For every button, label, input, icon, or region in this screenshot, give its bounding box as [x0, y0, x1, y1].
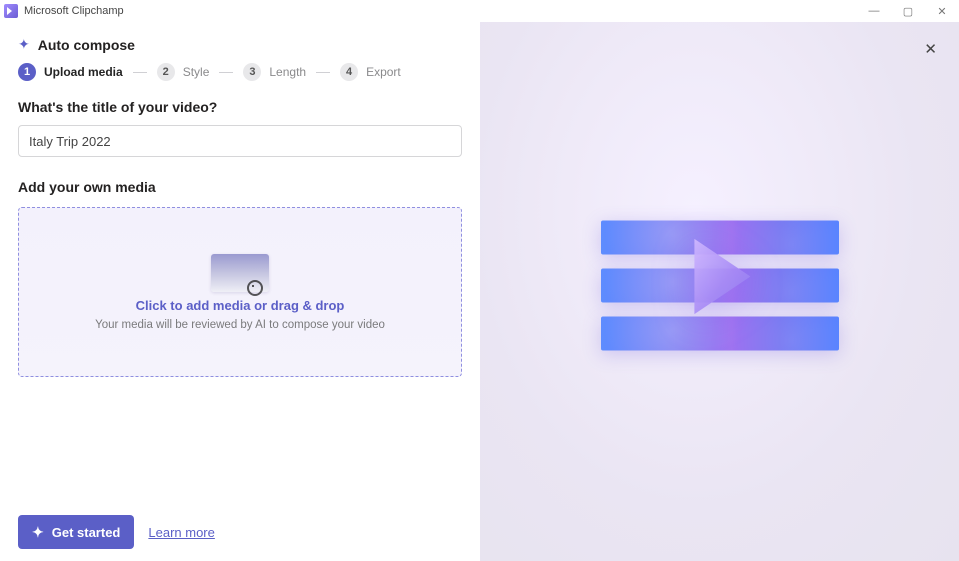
- dropzone-main-text: Click to add media or drag & drop: [136, 298, 345, 313]
- step-number: 2: [157, 63, 175, 81]
- maximize-button[interactable]: ▢: [891, 0, 925, 22]
- sparkle-icon: ✦: [32, 524, 44, 541]
- step-label: Length: [269, 65, 306, 79]
- step-style[interactable]: 2 Style: [157, 63, 210, 81]
- close-button[interactable]: ✕: [925, 0, 959, 22]
- media-section-label: Add your own media: [18, 179, 462, 195]
- close-preview-button[interactable]: ✕: [924, 40, 937, 58]
- preview-bar: [601, 316, 839, 350]
- preview-panel: ✕: [480, 22, 959, 561]
- video-title-input[interactable]: [18, 125, 462, 157]
- button-label: Get started: [52, 525, 121, 540]
- learn-more-link[interactable]: Learn more: [148, 525, 214, 540]
- step-label: Style: [183, 65, 210, 79]
- step-separator: [316, 72, 330, 73]
- step-separator: [133, 72, 147, 73]
- app-icon: [4, 4, 18, 18]
- window-controls: — ▢ ✕: [857, 0, 959, 22]
- stepper: 1 Upload media 2 Style 3 Length 4 Export: [18, 63, 462, 81]
- feature-title: Auto compose: [38, 37, 135, 53]
- minimize-button[interactable]: —: [857, 0, 891, 22]
- sparkle-icon: ✦: [18, 36, 30, 53]
- step-number: 3: [243, 63, 261, 81]
- dropzone-sub-text: Your media will be reviewed by AI to com…: [95, 319, 385, 331]
- feature-header: ✦ Auto compose: [18, 36, 462, 53]
- media-dropzone[interactable]: Click to add media or drag & drop Your m…: [18, 207, 462, 377]
- titlebar: Microsoft Clipchamp — ▢ ✕: [0, 0, 959, 22]
- step-label: Upload media: [44, 65, 123, 79]
- footer: ✦ Get started Learn more: [18, 515, 215, 549]
- app-title: Microsoft Clipchamp: [24, 5, 124, 17]
- step-export[interactable]: 4 Export: [340, 63, 401, 81]
- step-length[interactable]: 3 Length: [243, 63, 306, 81]
- step-number: 4: [340, 63, 358, 81]
- step-label: Export: [366, 65, 401, 79]
- dropzone-thumbnail-icon: [211, 254, 269, 292]
- step-separator: [219, 72, 233, 73]
- left-panel: ✦ Auto compose 1 Upload media 2 Style 3 …: [0, 22, 480, 561]
- play-icon: [680, 231, 760, 321]
- step-upload-media[interactable]: 1 Upload media: [18, 63, 123, 81]
- title-prompt: What's the title of your video?: [18, 99, 462, 115]
- preview-graphic: [601, 220, 839, 350]
- step-number: 1: [18, 63, 36, 81]
- get-started-button[interactable]: ✦ Get started: [18, 515, 134, 549]
